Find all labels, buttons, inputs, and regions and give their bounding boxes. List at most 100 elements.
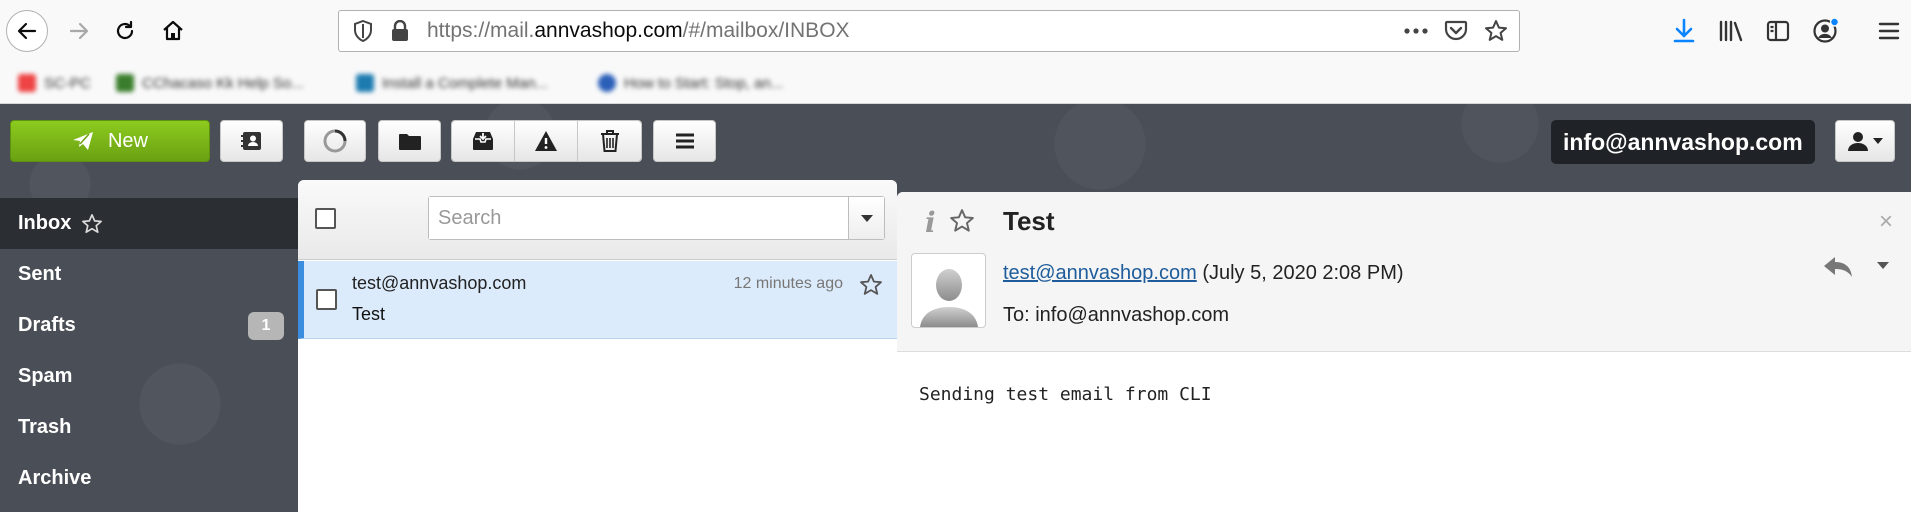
contacts-button[interactable] [220, 120, 283, 162]
new-message-label: New [107, 129, 148, 152]
sidebar-item-label: Archive [18, 467, 92, 489]
sidebar-toggle-button[interactable] [1760, 12, 1796, 50]
message-checkbox[interactable] [316, 289, 337, 310]
downloads-button[interactable] [1666, 12, 1702, 50]
check-mail-button[interactable] [304, 120, 366, 162]
arrow-left-icon [17, 22, 37, 40]
archive-button[interactable] [452, 121, 515, 161]
bookmark-item[interactable]: CChacaso Kk Help So... [116, 74, 304, 92]
favicon [598, 74, 616, 92]
lock-icon[interactable] [389, 19, 411, 43]
account-button[interactable] [1808, 12, 1844, 50]
info-icon[interactable]: i [925, 206, 936, 239]
more-menu-button[interactable] [653, 120, 716, 162]
sidebar-item-spam[interactable]: Spam [0, 351, 298, 402]
download-icon [1673, 18, 1695, 43]
paper-plane-icon [72, 132, 93, 150]
move-to-folder-button[interactable] [378, 120, 441, 162]
user-menu-button[interactable] [1835, 120, 1895, 162]
menu-button[interactable] [1871, 12, 1907, 50]
sidebar-item-label: Trash [18, 416, 72, 438]
reply-options-button[interactable] [1877, 262, 1889, 269]
sender-email-link[interactable]: test@annvashop.com [1003, 262, 1197, 284]
message-subject: Test [352, 304, 386, 324]
bookmark-item[interactable]: SC-PC [18, 74, 91, 92]
sidebar-item-inbox[interactable]: Inbox [0, 198, 298, 249]
message-date: (July 5, 2020 2:08 PM) [1202, 262, 1404, 284]
address-bar[interactable]: https://mail.annvashop.com/#/mailbox/INB… [338, 10, 1520, 52]
bookmark-star-icon[interactable] [1483, 18, 1509, 44]
browser-toolbar: https://mail.annvashop.com/#/mailbox/INB… [0, 0, 1911, 66]
star-icon[interactable] [949, 208, 975, 234]
search-options-button[interactable] [848, 197, 884, 239]
home-button[interactable] [152, 10, 194, 52]
message-title: Test [1003, 206, 1055, 236]
message-row[interactable]: test@annvashop.com Test 12 minutes ago [298, 261, 897, 339]
pocket-icon[interactable] [1443, 18, 1469, 44]
favicon [356, 74, 374, 92]
reload-button[interactable] [104, 10, 146, 52]
url-actions [1403, 18, 1509, 44]
bookmark-item[interactable]: Install a Complete Man... [356, 74, 548, 92]
person-placeholder-icon [919, 269, 978, 327]
library-button[interactable] [1713, 12, 1749, 50]
select-all-checkbox[interactable] [315, 208, 336, 229]
star-icon[interactable] [81, 213, 103, 235]
search-input[interactable] [429, 197, 848, 239]
bookmark-label: CChacaso Kk Help So... [142, 74, 304, 92]
sidebar-item-sent[interactable]: Sent [0, 249, 298, 300]
url-prefix: https://mail. [427, 19, 535, 42]
caret-down-icon [860, 214, 873, 222]
message-actions-group [451, 120, 642, 162]
webmail-app: New info@annvashop.com Inbox Sent Drafts… [0, 104, 1911, 512]
sidebar-item-label: Sent [18, 263, 62, 285]
back-button[interactable] [6, 10, 48, 52]
home-icon [163, 20, 183, 41]
account-email-badge: info@annvashop.com [1551, 120, 1815, 164]
contacts-icon [240, 132, 261, 150]
search-box [428, 196, 885, 240]
message-header: i Test × test@annvashop.com (July 5, 202… [897, 192, 1911, 352]
new-message-button[interactable]: New [10, 120, 210, 162]
library-icon [1719, 20, 1743, 42]
trash-icon [600, 130, 619, 152]
list-menu-icon [675, 133, 694, 149]
reading-pane: i Test × test@annvashop.com (July 5, 202… [897, 192, 1911, 512]
sidebar-item-trash[interactable]: Trash [0, 402, 298, 453]
sidebar-item-label: Inbox [18, 212, 72, 234]
sender-line: test@annvashop.com (July 5, 2020 2:08 PM… [1003, 262, 1404, 285]
message-list-panel: test@annvashop.com Test 12 minutes ago [298, 180, 897, 512]
sidebar-item-archive[interactable]: Archive [0, 453, 298, 504]
shield-icon[interactable] [351, 19, 375, 43]
reply-button[interactable] [1823, 256, 1853, 278]
warning-icon [535, 131, 557, 151]
drafts-count-badge: 1 [248, 312, 284, 340]
close-icon[interactable]: × [1879, 208, 1893, 236]
reply-icon [1824, 257, 1852, 277]
sidebar-item-drafts[interactable]: Drafts 1 [0, 300, 298, 351]
spam-button[interactable] [515, 121, 578, 161]
page-actions-icon[interactable] [1403, 18, 1429, 44]
bookmark-label: Install a Complete Man... [382, 74, 548, 92]
message-sender: test@annvashop.com [352, 273, 527, 293]
delete-button[interactable] [578, 121, 641, 161]
bookmark-item[interactable]: How to Start: Stop, an... [598, 74, 783, 92]
sidebar-item-label: Drafts [18, 314, 76, 336]
arrow-right-icon [69, 22, 89, 40]
favicon [18, 74, 36, 92]
favicon [116, 74, 134, 92]
message-body: Sending test email from CLI [919, 384, 1212, 405]
message-time: 12 minutes ago [733, 275, 843, 292]
account-email: info@annvashop.com [1563, 128, 1803, 155]
bookmarks-bar: SC-PC CChacaso Kk Help So... Install a C… [0, 66, 1911, 104]
caret-down-icon [1873, 138, 1883, 144]
forward-button[interactable] [58, 10, 100, 52]
star-icon[interactable] [859, 273, 883, 297]
account-icon [1813, 17, 1840, 43]
folder-icon [398, 134, 421, 150]
url-domain: annvashop.com [534, 19, 683, 42]
bookmark-label: SC-PC [44, 74, 91, 92]
user-icon [1848, 132, 1868, 151]
sidebar-item-label: Spam [18, 365, 73, 387]
sidebar-icon [1766, 20, 1790, 42]
